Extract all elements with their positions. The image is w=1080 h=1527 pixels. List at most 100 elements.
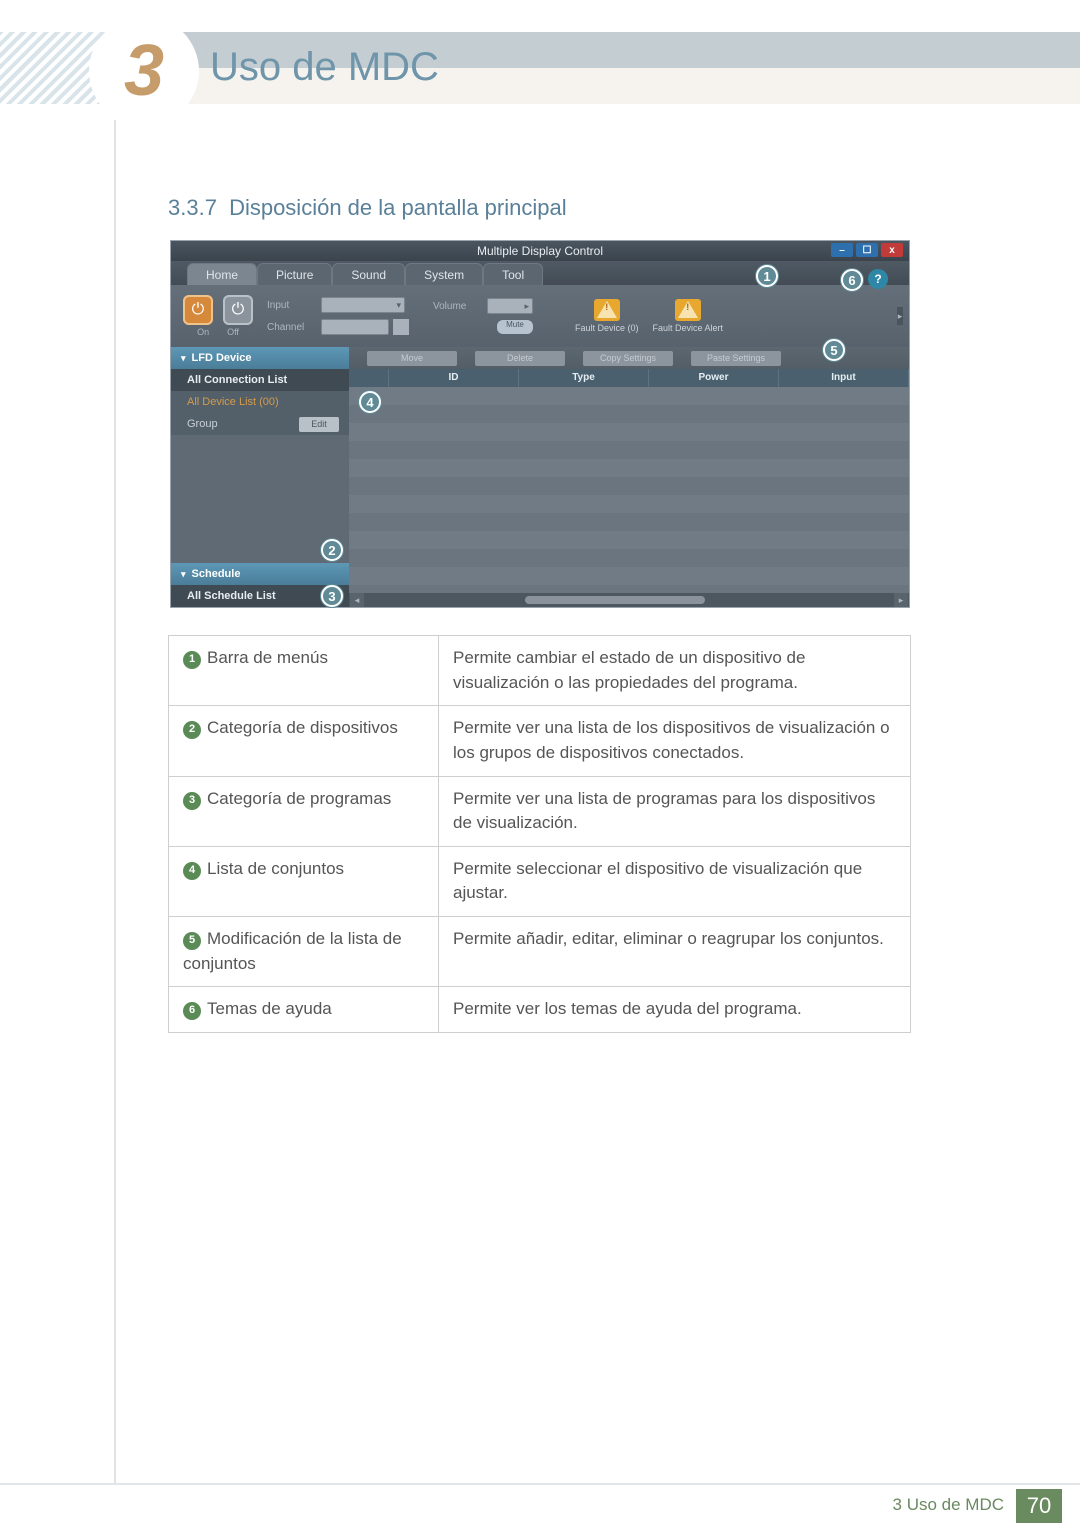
group-edit-button[interactable]: Edit [299,417,339,432]
paste-settings-button[interactable]: Paste Settings [691,351,781,366]
chevron-right-icon: ▸ [524,301,529,312]
channel-field[interactable] [321,319,389,335]
device-grid[interactable] [349,387,909,593]
row-badge: 2 [183,721,201,739]
all-device-list[interactable]: All Device List (00) [171,391,349,413]
row-label: Temas de ayuda [207,999,332,1018]
row-desc: Permite ver una lista de los dispositivo… [439,706,911,776]
scroll-right-icon[interactable]: ▸ [894,593,908,607]
tab-tool[interactable]: Tool [483,263,543,285]
chapter-number: 3 [124,30,164,112]
scroll-left-icon[interactable]: ◂ [350,593,364,607]
volume-group: Volume ▸ Mute [433,298,533,334]
row-label: Categoría de programas [207,789,391,808]
fault-alert-label: Fault Device Alert [653,323,724,333]
help-icon[interactable]: ? [868,269,888,289]
move-button[interactable]: Move [367,351,457,366]
chapter-number-badge: 3 [95,22,193,120]
channel-stepper[interactable] [393,319,409,335]
channel-label: Channel [267,322,317,333]
tab-sound[interactable]: Sound [332,263,405,285]
tab-picture[interactable]: Picture [257,263,332,285]
tab-home[interactable]: Home [187,263,257,285]
close-button[interactable]: x [881,243,903,257]
row-label: Categoría de dispositivos [207,718,398,737]
volume-label: Volume [433,301,483,312]
chevron-down-icon: ▾ [396,300,401,311]
callout-5: 5 [823,339,845,361]
input-label: Input [267,300,317,311]
row-desc: Permite añadir, editar, eliminar o reagr… [439,917,911,987]
table-row: 1Barra de menúsPermite cambiar el estado… [169,636,911,706]
chevron-down-icon: ▾ [181,353,186,364]
section-number: 3.3.7 [168,195,217,220]
callout-6: 6 [841,269,863,291]
tab-system[interactable]: System [405,263,483,285]
page-number: 70 [1016,1489,1062,1523]
row-desc: Permite seleccionar el dispositivo de vi… [439,846,911,916]
horizontal-scrollbar[interactable]: ◂ ▸ [349,593,909,607]
callout-3: 3 [321,585,343,607]
section-heading: 3.3.7 Disposición de la pantalla princip… [168,195,567,221]
fault-device-count[interactable]: ! Fault Device (0) [575,299,639,333]
toolbar-scroll-right-icon[interactable]: ▸ [897,307,903,325]
maximize-button[interactable]: ☐ [856,243,878,257]
copy-settings-button[interactable]: Copy Settings [583,351,673,366]
table-row: 6 Temas de ayuda Permite ver los temas de … [169,987,911,1033]
row-desc: Permite ver los temas de ayuda del progr… [439,987,911,1033]
schedule-header[interactable]: ▾Schedule [171,563,349,585]
scroll-thumb[interactable] [525,596,705,604]
device-list-pane: Move Delete Copy Settings Paste Settings… [349,347,909,607]
window-title: Multiple Display Control [477,244,603,258]
row-badge: 1 [183,651,201,669]
col-id[interactable]: ID [389,369,519,387]
col-type[interactable]: Type [519,369,649,387]
table-row: 2 Categoría de dispositivos Permite ver un… [169,706,911,776]
main-split-pane: ▾ LFD Device All Connection List All Devi… [171,347,909,607]
footer-text: 3 Uso de MDC [893,1495,1004,1515]
power-on-label: On [197,327,209,337]
table-row: 3 Categoría de programas Permite ver una l… [169,776,911,846]
lfd-device-label: LFD Device [192,352,252,364]
input-dropdown[interactable]: ▾ [321,297,405,313]
row-badge: 3 [183,792,201,810]
row-label: Lista de conjuntos [207,859,344,878]
chevron-down-icon: ▾ [181,569,186,580]
row-desc: Permite cambiar el estado de un disposit… [439,636,911,706]
power-off-button[interactable]: ⏻ [223,295,253,325]
page-footer: 3 Uso de MDC 70 [0,1483,1080,1527]
col-checkbox [349,369,389,387]
row-badge: 6 [183,1002,201,1020]
mute-button[interactable]: Mute [497,320,533,334]
col-power[interactable]: Power [649,369,779,387]
callout-2: 2 [321,539,343,561]
menu-bar: Home Picture Sound System Tool [171,261,909,285]
fault-device-alert[interactable]: ! Fault Device Alert [653,299,724,333]
group-label: Group [187,418,218,430]
callout-description-table: 1Barra de menúsPermite cambiar el estado… [168,635,911,1033]
row-desc: Permite ver una lista de programas para … [439,776,911,846]
chapter-title: Uso de MDC [210,45,439,90]
row-badge: 5 [183,932,201,950]
power-on-button[interactable]: ⏻ [183,295,213,325]
callout-4: 4 [359,391,381,413]
minimize-button[interactable]: – [831,243,853,257]
callout-1: 1 [756,265,778,287]
volume-field[interactable]: ▸ [487,298,533,314]
warning-icon: ! [675,299,701,321]
section-title-text: Disposición de la pantalla principal [229,195,567,220]
row-label: Modificación de la lista de conjuntos [183,929,402,973]
table-row: 4 Lista de conjuntos Permite seleccionar e… [169,846,911,916]
window-titlebar: Multiple Display Control – ☐ x [171,241,909,261]
device-tree-pane: ▾ LFD Device All Connection List All Devi… [171,347,349,607]
warning-icon: ! [594,299,620,321]
left-margin-rule [114,120,116,1527]
all-connection-list[interactable]: All Connection List [171,369,349,391]
row-badge: 4 [183,862,201,880]
delete-button[interactable]: Delete [475,351,565,366]
lfd-device-header[interactable]: ▾ LFD Device [171,347,349,369]
fault-device-label: Fault Device (0) [575,323,639,333]
col-input[interactable]: Input [779,369,909,387]
input-channel-group: Input ▾ Channel [267,297,409,335]
window-buttons: – ☐ x [831,243,903,257]
